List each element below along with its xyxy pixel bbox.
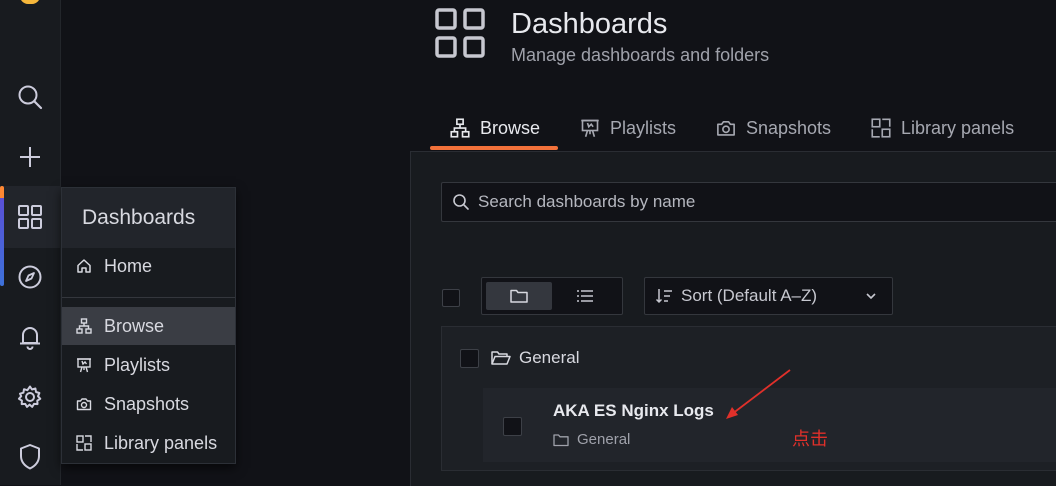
tab-snapshots[interactable]: Snapshots (716, 114, 831, 142)
sitemap-icon (450, 118, 470, 138)
tab-playlists[interactable]: Playlists (580, 114, 676, 142)
page-subtitle: Manage dashboards and folders (511, 45, 770, 65)
folder-open-icon (491, 351, 511, 365)
sort-label: Sort (Default A–Z) (681, 286, 818, 305)
select-all-checkbox[interactable] (442, 289, 460, 307)
tab-label: Browse (480, 117, 541, 138)
dashboard-checkbox[interactable] (503, 417, 522, 436)
presentation-icon (77, 358, 91, 373)
camera-icon (76, 398, 92, 411)
tab-library-panels[interactable]: Library panels (871, 114, 1014, 142)
flyout-item-label: Snapshots (104, 393, 190, 414)
server-admin-shield-icon[interactable] (15, 442, 45, 472)
tab-label: Snapshots (746, 117, 832, 138)
flyout-item-label: Home (104, 255, 153, 276)
dashboard-folder-name: General (577, 431, 631, 448)
flyout-item-browse[interactable]: Browse (62, 307, 235, 345)
settings-gear-icon[interactable] (15, 382, 45, 412)
presentation-icon (581, 119, 599, 137)
list-view-button[interactable] (552, 282, 618, 310)
folder-icon (553, 433, 569, 446)
flyout-item-playlists[interactable]: Playlists (62, 346, 235, 384)
chevron-down-icon (866, 293, 876, 300)
flyout-item-label: Browse (104, 315, 165, 336)
search-input[interactable] (478, 192, 1056, 212)
page-title: Dashboards (511, 8, 668, 40)
flyout-item-label: Playlists (104, 354, 171, 375)
folder-view-icon (510, 289, 528, 303)
explore-compass-icon[interactable] (15, 262, 45, 292)
alerting-bell-icon[interactable] (15, 322, 45, 352)
annotation-text: 点击 (792, 429, 828, 450)
view-toggle (481, 277, 623, 315)
flyout-item-library-panels[interactable]: Library panels (62, 424, 235, 462)
folder-view-button[interactable] (486, 282, 552, 310)
rail-active-accent (0, 186, 4, 286)
list-view-icon (577, 290, 593, 302)
flyout-header[interactable]: Dashboards (62, 188, 235, 248)
sort-dropdown[interactable]: Sort (Default A–Z) (644, 277, 893, 315)
folder-name: General (519, 348, 580, 367)
search-icon (453, 194, 469, 210)
dashboard-title[interactable]: AKA ES Nginx Logs (553, 401, 714, 421)
flyout-item-home[interactable]: Home (62, 247, 235, 285)
sort-icon (655, 289, 672, 304)
dashboards-grid-icon[interactable] (15, 202, 45, 232)
flyout-item-snapshots[interactable]: Snapshots (62, 385, 235, 423)
annotation-arrow-icon (726, 369, 791, 419)
tab-browse[interactable]: Browse (450, 114, 540, 142)
sitemap-icon (76, 318, 92, 334)
active-tab-indicator (430, 146, 558, 150)
search-box[interactable] (441, 182, 1056, 222)
tab-label: Playlists (610, 117, 677, 138)
camera-icon (717, 120, 735, 136)
tab-label: Library panels (901, 117, 1015, 138)
dashboard-folder-location: General (553, 431, 630, 448)
dashboards-flyout-menu: Dashboards Home Browse Playlists Snapsho… (61, 187, 236, 464)
folder-checkbox[interactable] (460, 348, 479, 368)
flyout-item-label: Library panels (104, 432, 218, 453)
home-icon (77, 259, 91, 273)
plus-icon[interactable] (15, 142, 45, 172)
side-nav-rail (0, 0, 61, 485)
flyout-title[interactable]: Dashboards (82, 206, 195, 230)
grafana-logo-icon[interactable] (20, 0, 40, 4)
search-icon[interactable] (15, 82, 45, 112)
dashboards-grid-icon (435, 8, 485, 58)
flyout-divider (62, 297, 235, 298)
folder-header[interactable]: General (442, 327, 579, 389)
library-panel-icon (871, 118, 891, 138)
library-panel-icon (76, 435, 92, 451)
